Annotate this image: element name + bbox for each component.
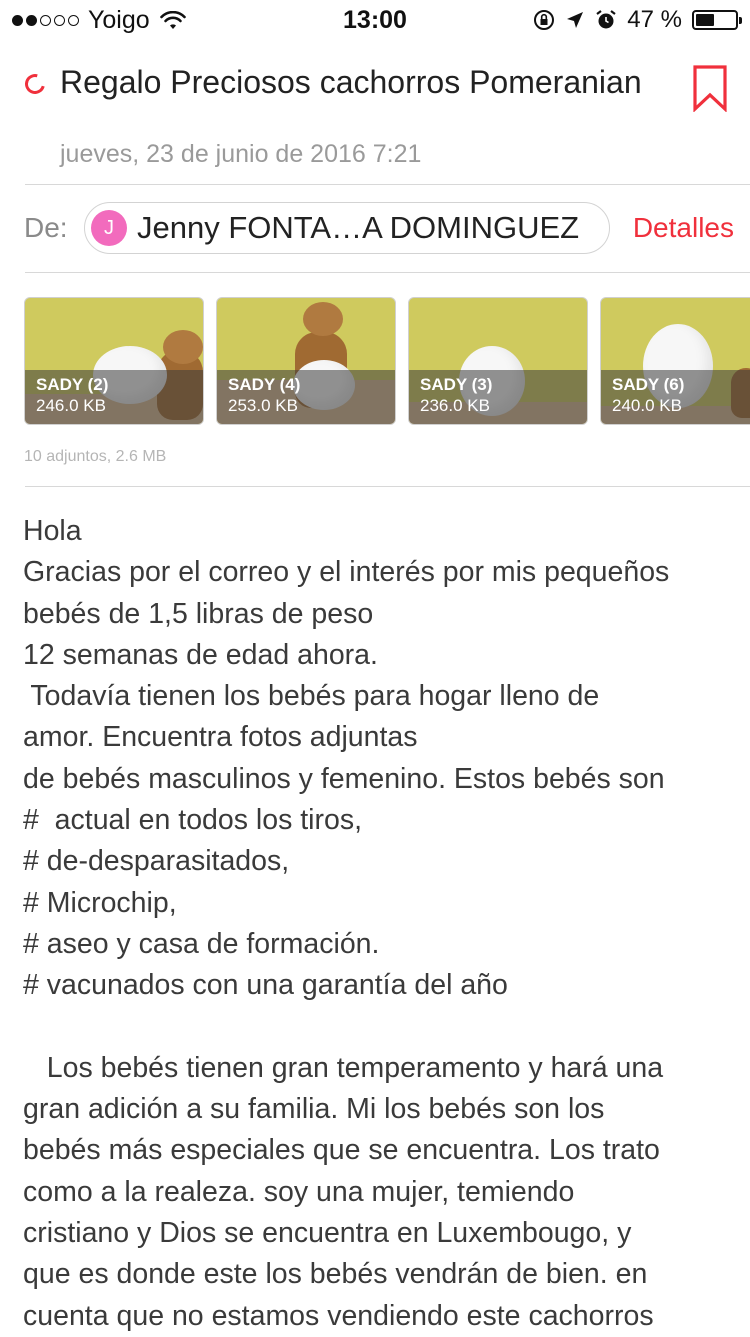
alarm-icon bbox=[596, 10, 616, 29]
attachments-strip[interactable]: SADY (2) 246.0 KB SADY (4) 253.0 KB SADY… bbox=[24, 297, 750, 425]
body-line: como a la realeza. soy una mujer, temien… bbox=[23, 1175, 575, 1208]
location-arrow-icon bbox=[567, 12, 584, 28]
divider bbox=[25, 486, 750, 487]
body-line: # vacunados con una garantía del año bbox=[23, 969, 508, 1002]
attachment-thumbnail[interactable]: SADY (3) 236.0 KB bbox=[408, 297, 588, 425]
body-line: # actual en todos los tiros, bbox=[23, 804, 363, 837]
attachments-summary: 10 adjuntos, 2.6 MB bbox=[24, 448, 167, 465]
avatar: J bbox=[91, 210, 127, 246]
attachment-size: 240.0 KB bbox=[612, 396, 682, 415]
status-right: 47 % bbox=[533, 6, 742, 34]
attachment-size: 253.0 KB bbox=[228, 396, 298, 415]
attachment-thumbnail[interactable]: SADY (4) 253.0 KB bbox=[216, 297, 396, 425]
body-line: bebés de 1,5 libras de peso bbox=[23, 597, 374, 630]
body-line: cuenta que no estamos vendiendo este cac… bbox=[23, 1299, 654, 1332]
attachment-name: SADY (2) bbox=[36, 375, 109, 394]
divider bbox=[25, 184, 750, 185]
from-label: De: bbox=[24, 212, 68, 243]
body-blank-line bbox=[23, 1007, 733, 1048]
body-line: bebés más especiales que se encuentra. L… bbox=[23, 1134, 660, 1167]
message-date: jueves, 23 de junio de 2016 7:21 bbox=[60, 140, 422, 168]
body-line: # de-desparasitados, bbox=[23, 845, 290, 878]
battery-icon bbox=[692, 10, 742, 30]
unread-dot-icon[interactable] bbox=[21, 70, 49, 98]
body-line: Todavía tienen los bebés para hogar llen… bbox=[23, 680, 600, 713]
attachment-name: SADY (4) bbox=[228, 375, 301, 394]
message-body: Hola Gracias por el correo y el interés p… bbox=[23, 511, 733, 1337]
body-line: de bebés masculinos y femenino. Estos be… bbox=[23, 762, 665, 795]
details-link[interactable]: Detalles bbox=[633, 212, 734, 244]
sender-chip[interactable]: J Jenny FONTA…A DOMINGUEZ bbox=[84, 202, 610, 254]
body-line: Hola bbox=[23, 515, 82, 547]
sender-name: Jenny FONTA…A DOMINGUEZ bbox=[137, 210, 580, 245]
body-line: cristiano y Dios se encuentra en Luxembo… bbox=[23, 1217, 632, 1250]
from-row: De: J Jenny FONTA…A DOMINGUEZ Detalles bbox=[0, 200, 750, 260]
body-line: # Microchip, bbox=[23, 886, 177, 919]
message-header: Regalo Preciosos cachorros Pomeranian ju… bbox=[0, 60, 750, 185]
body-line: que es donde este los bebés vendrán de b… bbox=[23, 1258, 648, 1291]
attachment-name: SADY (6) bbox=[612, 375, 685, 394]
body-line: gran adición a su familia. Mi los bebés … bbox=[23, 1093, 605, 1126]
body-line: # aseo y casa de formación. bbox=[23, 927, 380, 960]
divider bbox=[25, 272, 750, 273]
battery-percent: 47 % bbox=[627, 6, 682, 33]
battery-level bbox=[696, 14, 714, 26]
body-line: Los bebés tienen gran temperamento y har… bbox=[23, 1051, 664, 1084]
attachment-name: SADY (3) bbox=[420, 375, 493, 394]
message-subject: Regalo Preciosos cachorros Pomeranian bbox=[60, 64, 642, 100]
body-line: amor. Encuentra fotos adjuntas bbox=[23, 721, 418, 754]
attachment-size: 236.0 KB bbox=[420, 396, 490, 415]
body-line: 12 semanas de edad ahora. bbox=[23, 638, 378, 671]
attachment-thumbnail[interactable]: SADY (6) 240.0 KB bbox=[600, 297, 750, 425]
body-line: Gracias por el correo y el interés por m… bbox=[23, 556, 670, 589]
status-bar: Yoigo 13:00 47 % bbox=[0, 0, 750, 40]
bookmark-icon[interactable] bbox=[692, 64, 728, 112]
attachment-size: 246.0 KB bbox=[36, 396, 106, 415]
attachment-thumbnail[interactable]: SADY (2) 246.0 KB bbox=[24, 297, 204, 425]
orientation-lock-icon bbox=[534, 10, 555, 30]
